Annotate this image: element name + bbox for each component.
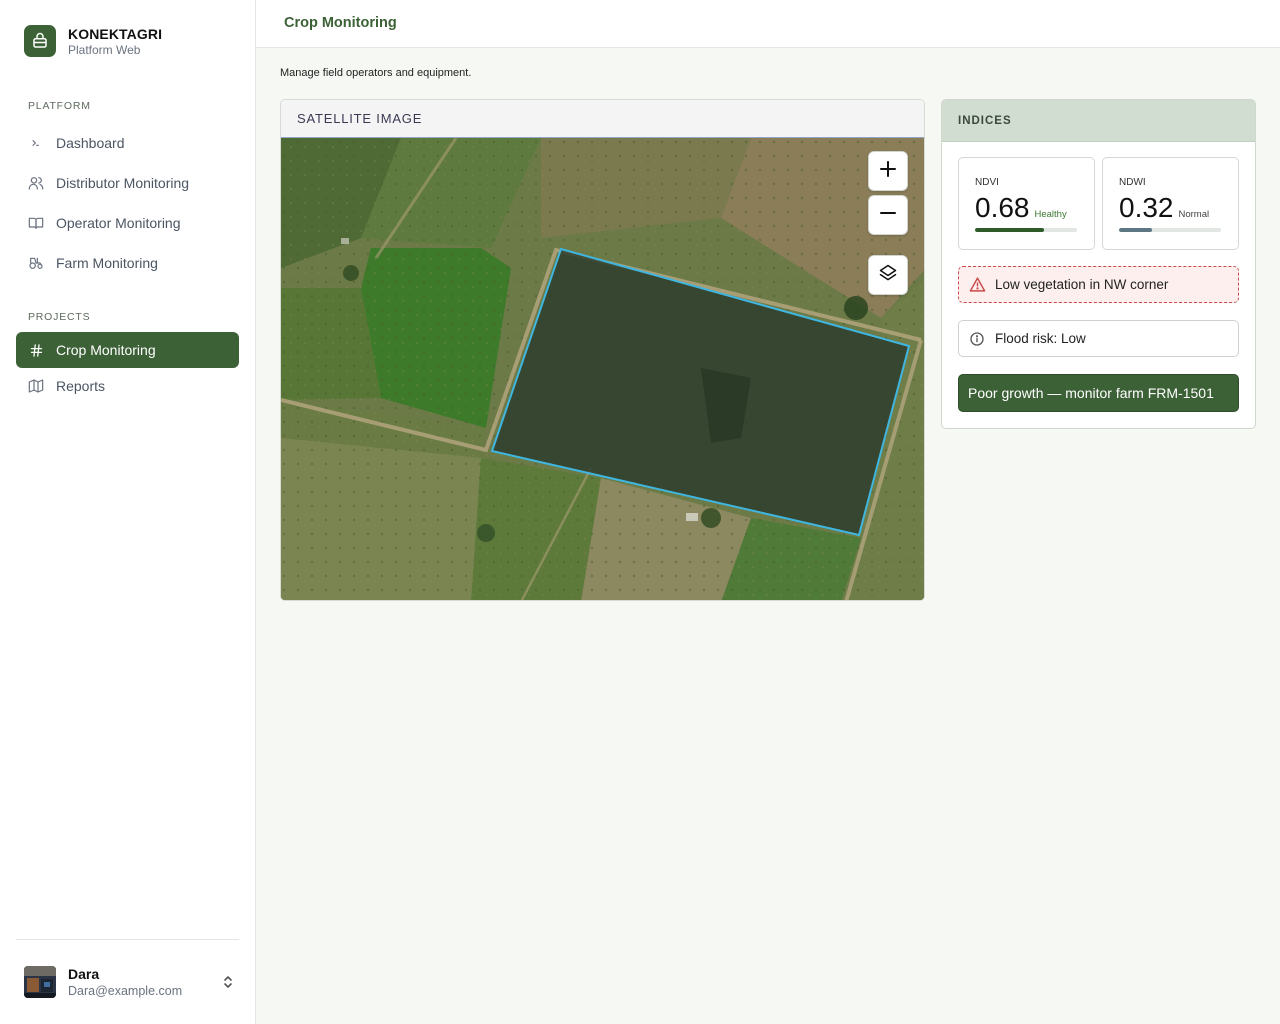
user-name: Dara: [68, 966, 100, 982]
book-icon: [28, 215, 44, 231]
sidebar-item-crop-monitoring[interactable]: Crop Monitoring: [16, 332, 239, 368]
satellite-title: SATELLITE IMAGE: [281, 100, 924, 138]
platform-section-label: PLATFORM: [28, 100, 91, 112]
avatar: [24, 966, 56, 998]
sidebar-item-label: Dashboard: [56, 135, 125, 151]
flood-risk-alert: Flood risk: Low: [958, 320, 1239, 357]
page-description: Manage field operators and equipment.: [280, 67, 472, 79]
metric-bar-fill: [1119, 228, 1152, 232]
sidebar-item-label: Farm Monitoring: [56, 255, 158, 271]
info-circle-icon: [968, 330, 986, 348]
layers-button[interactable]: [868, 255, 908, 295]
satellite-map[interactable]: [281, 137, 924, 600]
metric-value: 0.32: [1119, 192, 1174, 223]
brand-logo-icon: [24, 25, 56, 57]
top-bar: Crop Monitoring: [256, 0, 1280, 48]
indices-card: INDICES NDVI 0.68 Healthy NDWI 0.32 Norm…: [941, 99, 1256, 429]
alert-text: Flood risk: Low: [995, 331, 1086, 346]
metric-value: 0.68: [975, 192, 1030, 223]
ndwi-metric: NDWI 0.32 Normal: [1102, 157, 1239, 250]
user-divider: [16, 939, 239, 940]
alert-text: Low vegetation in NW corner: [995, 277, 1169, 292]
metric-label: NDVI: [975, 177, 999, 188]
ndvi-metric: NDVI 0.68 Healthy: [958, 157, 1095, 250]
chevron-up-down-icon[interactable]: [220, 974, 236, 990]
metric-status: Normal: [1178, 209, 1210, 220]
metric-status: Healthy: [1034, 209, 1067, 220]
users-icon: [28, 175, 44, 191]
user-menu[interactable]: Dara Dara@example.com: [24, 966, 236, 998]
zoom-in-button[interactable]: [868, 151, 908, 191]
brand-subtitle: Platform Web: [68, 42, 141, 57]
indices-title: INDICES: [942, 100, 1255, 142]
warning-triangle-icon: [968, 276, 986, 294]
terminal-icon: [28, 135, 44, 151]
sidebar-item-label: Distributor Monitoring: [56, 175, 190, 191]
metric-bar-fill: [975, 228, 1045, 232]
hash-icon: [28, 342, 44, 358]
layers-icon: [878, 263, 898, 288]
satellite-card: SATELLITE IMAGE: [280, 99, 925, 601]
metric-label: NDWI: [1119, 177, 1146, 188]
brand-name: KONEKTAGRI: [68, 25, 163, 42]
sidebar: KONEKTAGRI Platform Web PLATFORM Dashboa…: [0, 0, 256, 1024]
sidebar-item-reports[interactable]: Reports: [16, 368, 239, 404]
sidebar-item-dashboard[interactable]: Dashboard: [16, 125, 239, 161]
monitor-farm-button[interactable]: Poor growth — monitor farm FRM-1501: [958, 374, 1239, 412]
sidebar-item-farm-monitoring[interactable]: Farm Monitoring: [16, 245, 239, 281]
sidebar-item-label: Reports: [56, 378, 106, 394]
user-email: Dara@example.com: [68, 984, 183, 998]
zoom-in-icon: [879, 160, 897, 183]
metric-bar: [975, 228, 1077, 232]
metric-bar: [1119, 228, 1221, 232]
sidebar-item-label: Operator Monitoring: [56, 215, 181, 231]
sidebar-item-operator-monitoring[interactable]: Operator Monitoring: [16, 205, 239, 241]
satellite-image: [281, 137, 924, 600]
map-icon: [28, 378, 44, 394]
sidebar-item-label: Crop Monitoring: [56, 342, 156, 358]
brand[interactable]: KONEKTAGRI Platform Web: [24, 25, 162, 57]
projects-section-label: PROJECTS: [28, 311, 91, 323]
page-title: Crop Monitoring: [284, 15, 397, 31]
tractor-icon: [28, 255, 44, 271]
sidebar-item-distributor-monitoring[interactable]: Distributor Monitoring: [16, 165, 239, 201]
zoom-out-icon: [879, 204, 897, 227]
zoom-out-button[interactable]: [868, 195, 908, 235]
low-vegetation-alert: Low vegetation in NW corner: [958, 266, 1239, 303]
